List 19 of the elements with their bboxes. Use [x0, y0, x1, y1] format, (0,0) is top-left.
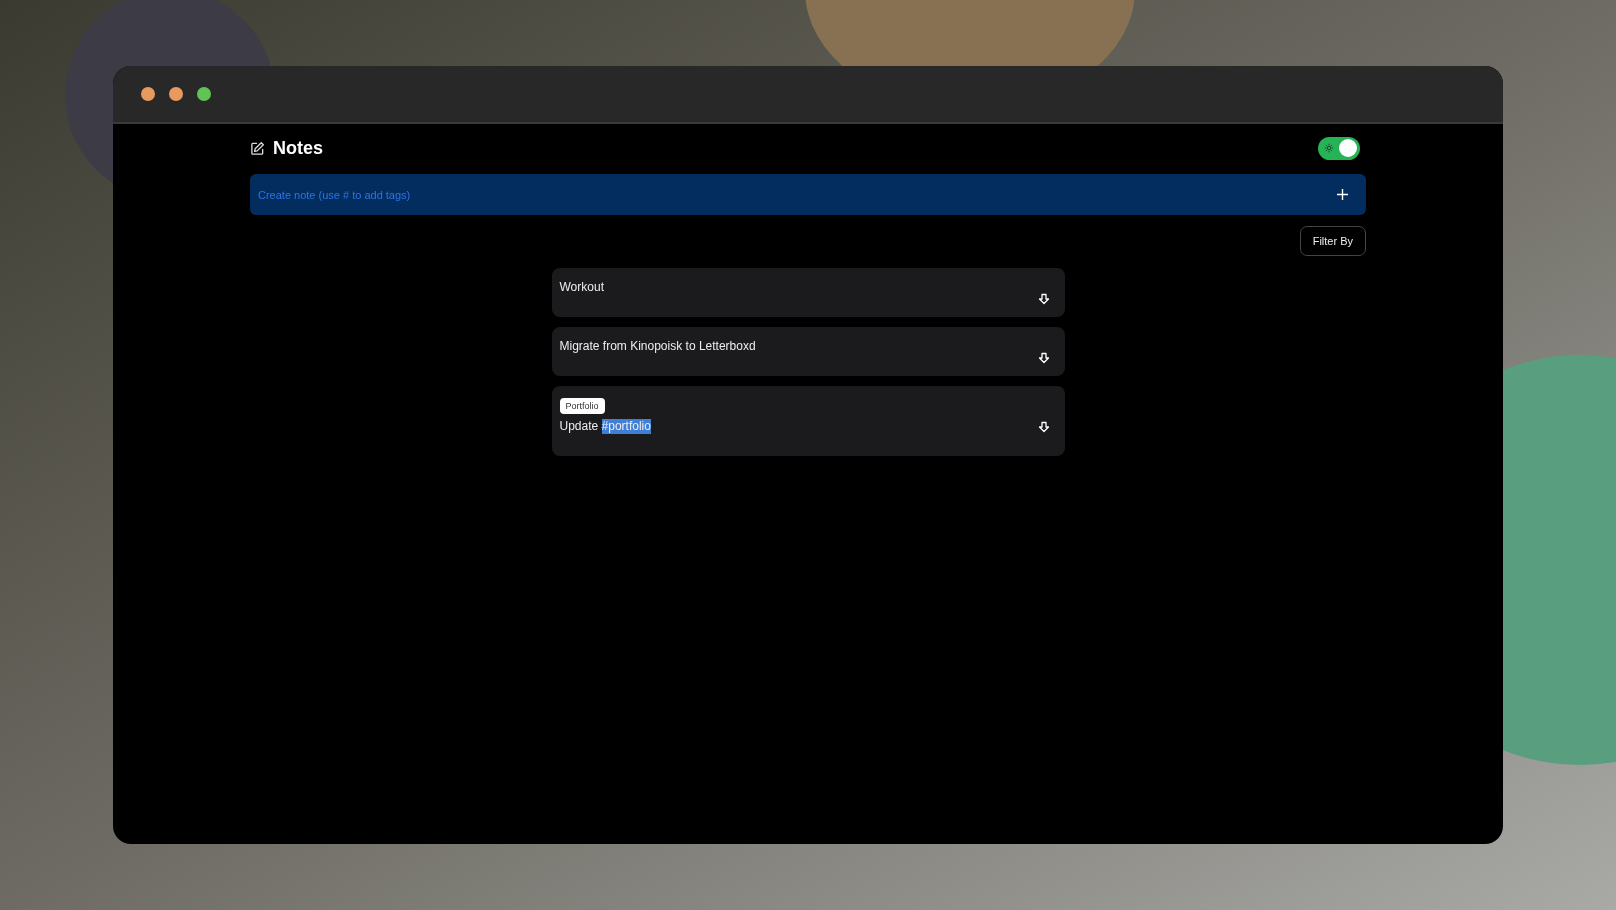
plus-icon[interactable] [1336, 188, 1349, 201]
filter-button[interactable]: Filter By [1299, 226, 1366, 256]
down-arrow-icon[interactable] [1037, 421, 1050, 433]
note-text: Update [559, 419, 600, 433]
create-note-field[interactable]: Create note (use # to add tags) [250, 174, 1366, 215]
window-control[interactable] [197, 87, 211, 101]
note-text: Migrate from Kinopoisk to Letterboxd [559, 339, 756, 353]
down-arrow-icon[interactable] [1037, 292, 1050, 305]
pencil-square-icon [250, 140, 265, 156]
sun-icon [1324, 143, 1334, 153]
note-card[interactable]: Workout [551, 268, 1065, 317]
window-control[interactable] [141, 87, 155, 101]
window-control[interactable] [169, 87, 183, 101]
theme-toggle[interactable] [1318, 136, 1360, 160]
down-arrow-icon[interactable] [1037, 351, 1050, 364]
note-text: Workout [559, 280, 604, 294]
app-title: Notes [273, 137, 323, 159]
tag-chip[interactable]: Portfolio [559, 398, 605, 414]
note-card[interactable]: Migrate from Kinopoisk to Letterboxd [551, 327, 1065, 376]
